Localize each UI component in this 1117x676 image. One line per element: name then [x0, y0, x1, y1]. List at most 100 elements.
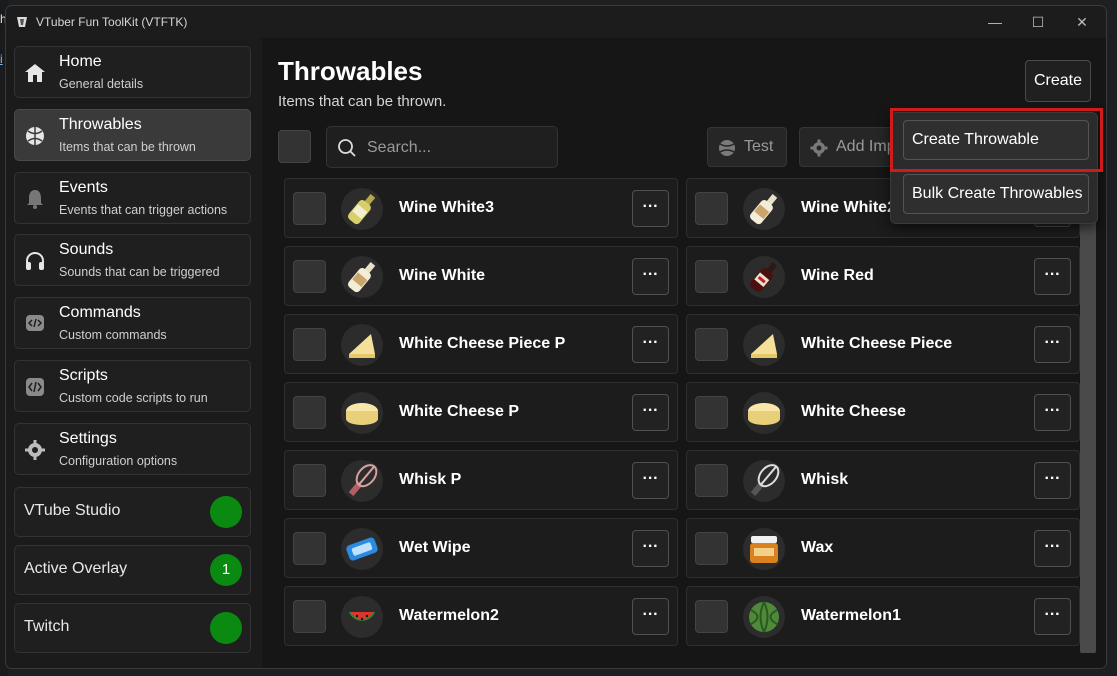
item-checkbox[interactable] [293, 192, 326, 225]
status-indicator [210, 496, 242, 528]
menu-item-bulk-create-throwables[interactable]: Bulk Create Throwables [903, 174, 1089, 214]
item-checkbox[interactable] [695, 396, 728, 429]
throwable-card[interactable]: White Cheese Piece P ··· [284, 314, 678, 374]
search-box[interactable] [326, 126, 558, 168]
item-menu-button[interactable]: ··· [632, 530, 669, 567]
item-menu-button[interactable]: ··· [1034, 530, 1071, 567]
throwable-card[interactable]: White Cheese ··· [686, 382, 1080, 442]
item-menu-button[interactable]: ··· [1034, 258, 1071, 295]
item-checkbox[interactable] [695, 532, 728, 565]
sidebar-item-settings[interactable]: Settings Configuration options [14, 423, 251, 475]
throwable-card[interactable]: Whisk P ··· [284, 450, 678, 510]
sidebar-item-subtitle: Items that can be thrown [59, 140, 196, 154]
item-name: White Cheese Piece P [399, 335, 566, 352]
code-file-icon [26, 378, 44, 396]
throwable-card[interactable]: Wine White ··· [284, 246, 678, 306]
sidebar-item-title: Events [59, 179, 108, 196]
white-wine-bottle-icon [743, 188, 785, 230]
code-bubble-icon [26, 315, 44, 331]
sidebar-item-subtitle: Sounds that can be triggered [59, 265, 220, 279]
item-name: Wax [801, 539, 834, 556]
throwable-card[interactable]: Watermelon2 ··· [284, 586, 678, 646]
item-checkbox[interactable] [695, 464, 728, 497]
item-name: Watermelon2 [399, 607, 499, 624]
sidebar-item-subtitle: General details [59, 77, 144, 91]
throwable-card[interactable]: White Cheese P ··· [284, 382, 678, 442]
status-vtube-studio[interactable]: VTube Studio [14, 487, 251, 537]
item-checkbox[interactable] [695, 600, 728, 633]
status-active-overlay[interactable]: Active Overlay 1 [14, 545, 251, 595]
sidebar-item-events[interactable]: Events Events that can trigger actions [14, 172, 251, 224]
item-menu-button[interactable]: ··· [632, 326, 669, 363]
throwable-card[interactable]: Whisk ··· [686, 450, 1080, 510]
sidebar-item-subtitle: Configuration options [59, 454, 178, 468]
sidebar-item-title: Throwables [59, 116, 142, 133]
white-wine-bottle-icon [341, 188, 383, 230]
throwable-card[interactable]: Wet Wipe ··· [284, 518, 678, 578]
item-checkbox[interactable] [293, 260, 326, 293]
item-name: White Cheese Piece [801, 335, 953, 352]
status-label: Active Overlay [24, 560, 128, 577]
add-impact-button-label: Add Imp [836, 138, 896, 155]
background-edge-link: i [0, 52, 3, 66]
throwable-card[interactable]: Wine White3 ··· [284, 178, 678, 238]
item-checkbox[interactable] [293, 600, 326, 633]
item-checkbox[interactable] [293, 464, 326, 497]
sidebar-item-home[interactable]: Home General details [14, 46, 251, 98]
cheese-wheel-icon [743, 392, 785, 434]
sidebar-item-subtitle: Custom commands [59, 328, 167, 342]
sidebar-item-throwables[interactable]: Throwables Items that can be thrown [14, 109, 251, 161]
scrollbar[interactable] [1080, 218, 1096, 653]
item-menu-button[interactable]: ··· [1034, 462, 1071, 499]
select-all-checkbox[interactable] [278, 130, 311, 163]
bell-icon [27, 190, 43, 209]
cheese-wedge-icon [341, 324, 383, 366]
throwable-card[interactable]: Wine Red ··· [686, 246, 1080, 306]
sidebar-item-commands[interactable]: Commands Custom commands [14, 297, 251, 349]
item-menu-button[interactable]: ··· [632, 394, 669, 431]
item-name: Watermelon1 [801, 607, 901, 624]
window-title: VTuber Fun ToolKit (VTFTK) [36, 15, 188, 29]
item-name: Wine White2 [801, 199, 896, 216]
item-menu-button[interactable]: ··· [632, 462, 669, 499]
item-checkbox[interactable] [695, 192, 728, 225]
item-menu-button[interactable]: ··· [632, 258, 669, 295]
sidebar-item-title: Scripts [59, 367, 108, 384]
item-menu-button[interactable]: ··· [632, 190, 669, 227]
item-checkbox[interactable] [293, 532, 326, 565]
maximize-icon[interactable]: ☐ [1021, 10, 1055, 34]
gear-icon [25, 440, 45, 460]
sidebar-item-scripts[interactable]: Scripts Custom code scripts to run [14, 360, 251, 412]
search-input[interactable] [365, 135, 549, 161]
test-button[interactable]: Test [707, 127, 787, 167]
create-button[interactable]: Create [1025, 60, 1091, 102]
item-menu-button[interactable]: ··· [632, 598, 669, 635]
item-menu-button[interactable]: ··· [1034, 326, 1071, 363]
item-checkbox[interactable] [695, 260, 728, 293]
item-menu-button[interactable]: ··· [1034, 598, 1071, 635]
sidebar-item-sounds[interactable]: Sounds Sounds that can be triggered [14, 234, 251, 286]
sidebar-item-subtitle: Custom code scripts to run [59, 391, 208, 405]
minimize-icon[interactable]: — [978, 10, 1012, 34]
item-checkbox[interactable] [695, 328, 728, 361]
white-wine-bottle-icon [341, 256, 383, 298]
status-twitch[interactable]: Twitch [14, 603, 251, 653]
throwable-card[interactable]: Watermelon1 ··· [686, 586, 1080, 646]
page-title: Throwables [278, 56, 423, 86]
page-subtitle: Items that can be thrown. [278, 93, 447, 110]
item-name: Wet Wipe [399, 539, 471, 556]
throwable-card[interactable]: Wax ··· [686, 518, 1080, 578]
close-icon[interactable]: ✕ [1065, 10, 1099, 34]
throwable-card[interactable]: White Cheese Piece ··· [686, 314, 1080, 374]
red-wine-bottle-icon [743, 256, 785, 298]
whisk-icon [743, 460, 785, 502]
item-checkbox[interactable] [293, 328, 326, 361]
cheese-wheel-icon [341, 392, 383, 434]
status-count-badge: 1 [210, 554, 242, 586]
sidebar-item-title: Home [59, 53, 102, 70]
sidebar: Home General details Throwables Items th… [6, 38, 262, 668]
item-menu-button[interactable]: ··· [1034, 394, 1071, 431]
item-checkbox[interactable] [293, 396, 326, 429]
add-impact-button[interactable]: Add Imp [799, 127, 899, 167]
wax-jar-icon [743, 528, 785, 570]
